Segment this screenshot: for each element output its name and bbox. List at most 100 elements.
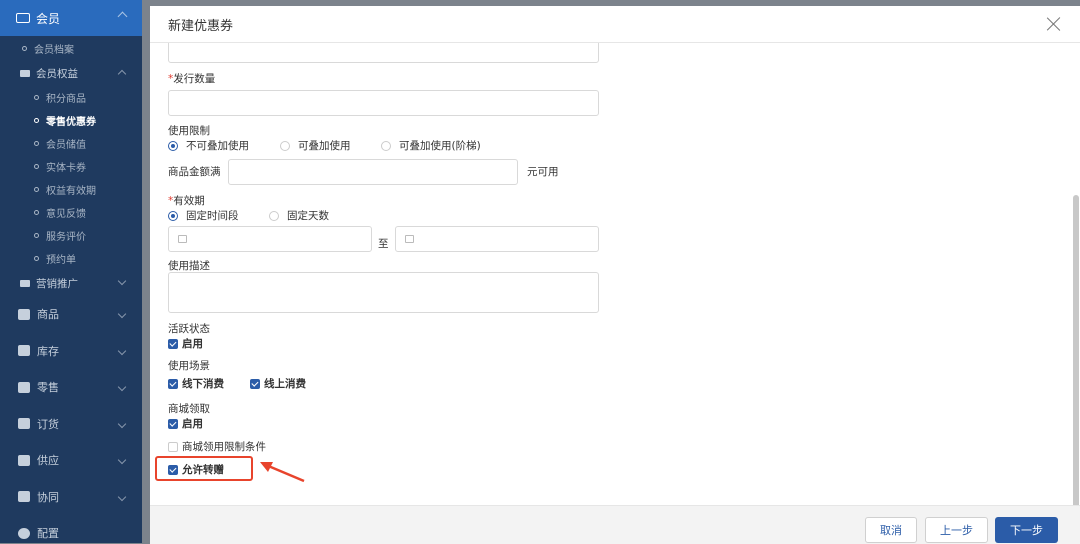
nav-collaboration[interactable]: 协同: [0, 479, 142, 516]
radio-icon: [280, 140, 290, 151]
issue-qty-label: *发行数量: [168, 71, 215, 86]
folder-icon: [20, 279, 30, 287]
active-enable-checkbox[interactable]: 启用: [168, 336, 203, 351]
grid-icon: [18, 308, 30, 320]
folder-icon: [20, 69, 30, 77]
chevron-down-icon: [117, 346, 127, 355]
nav-goods[interactable]: 商品: [0, 296, 142, 333]
radio-stack[interactable]: 可叠加使用: [280, 138, 351, 153]
radio-no-stack[interactable]: 不可叠加使用: [168, 138, 249, 153]
chevron-down-icon: [117, 419, 127, 428]
radio-selected-icon: [168, 210, 178, 221]
end-date-input[interactable]: [395, 226, 599, 252]
checkbox-label: 启用: [182, 338, 203, 350]
nav-label: 商品: [37, 308, 59, 322]
usage-scene-label: 使用场景: [168, 360, 210, 372]
dot-icon: [22, 45, 27, 51]
sidebar-item-label: 服务评价: [46, 232, 86, 243]
previous-field-input[interactable]: [168, 43, 599, 63]
nav-label: 库存: [37, 344, 59, 358]
mall-claim-label: 商城领取: [168, 403, 210, 415]
scrollbar[interactable]: [1073, 195, 1079, 505]
radio-stack-tiered[interactable]: 可叠加使用(阶梯): [381, 138, 481, 153]
cancel-button[interactable]: 取消: [865, 517, 917, 543]
calendar-icon: [405, 235, 414, 243]
nav-label: 协同: [37, 490, 59, 504]
dot-icon: [34, 210, 39, 215]
sidebar-item-label: 零售优惠券: [46, 117, 96, 128]
sidebar-item-points-goods[interactable]: 积分商品: [0, 86, 142, 109]
amount-suffix: 元可用: [527, 166, 559, 178]
sidebar-item-physical-card[interactable]: 实体卡券: [0, 155, 142, 178]
sidebar-item-feedback[interactable]: 意见反馈: [0, 201, 142, 224]
sidebar-item-member-profile[interactable]: 会员档案: [0, 36, 142, 60]
sidebar-header-member[interactable]: 会员: [0, 0, 142, 36]
active-status-label: 活跃状态: [168, 323, 210, 335]
nav-order[interactable]: 订货: [0, 406, 142, 443]
radio-label: 固定时间段: [186, 210, 239, 222]
checkbox-checked-icon: [168, 378, 178, 389]
checkbox-checked-icon: [168, 338, 178, 349]
checkbox-checked-icon: [168, 418, 178, 429]
usage-limit-label: 使用限制: [168, 125, 210, 137]
amount-threshold-input[interactable]: [228, 159, 518, 185]
sidebar-header-label: 会员: [36, 11, 61, 26]
highlight-box: [155, 456, 253, 481]
sidebar-item-label: 权益有效期: [46, 186, 96, 197]
sidebar-item-label: 积分商品: [46, 94, 86, 105]
nav-label: 订货: [37, 417, 59, 431]
gear-icon: [18, 527, 30, 539]
calendar-icon: [178, 235, 187, 243]
nav-inventory[interactable]: 库存: [0, 333, 142, 370]
checkbox-label: 启用: [182, 418, 203, 430]
sidebar-group-member-rights[interactable]: 会员权益: [0, 60, 142, 86]
start-date-input[interactable]: [168, 226, 372, 252]
mall-claim-enable-checkbox[interactable]: 启用: [168, 416, 203, 431]
sidebar-item-label: 预约单: [46, 255, 76, 266]
checkbox-label: 商城领用限制条件: [182, 441, 266, 453]
description-textarea[interactable]: [168, 272, 599, 313]
checkbox-label: 线下消费: [182, 378, 224, 390]
radio-label: 不可叠加使用: [186, 140, 249, 152]
dot-icon: [34, 164, 39, 169]
annotation-arrow-icon: [260, 462, 305, 483]
sidebar-item-label: 会员储值: [46, 140, 86, 151]
nav-config[interactable]: 配置: [0, 515, 142, 543]
chevron-up-icon: [117, 11, 128, 22]
sidebar-item-label: 会员档案: [34, 44, 74, 56]
issue-qty-input[interactable]: [168, 90, 599, 116]
dot-icon: [34, 256, 39, 261]
radio-icon: [269, 210, 279, 221]
modal-body: *发行数量 使用限制 不可叠加使用 可叠加使用 可叠加使用(阶梯) 商品金额满 …: [150, 43, 1080, 505]
nav-supply[interactable]: 供应: [0, 442, 142, 479]
validity-label: *有效期: [168, 193, 205, 208]
close-icon[interactable]: [1046, 16, 1062, 32]
radio-label: 可叠加使用(阶梯): [399, 140, 481, 152]
radio-icon: [381, 140, 391, 151]
sidebar-item-stored-value[interactable]: 会员储值: [0, 132, 142, 155]
sidebar-group-label: 营销推广: [36, 277, 78, 290]
sidebar-item-rights-validity[interactable]: 权益有效期: [0, 178, 142, 201]
mail-icon: [18, 381, 30, 393]
sidebar-item-service-review[interactable]: 服务评价: [0, 224, 142, 247]
dot-icon: [34, 95, 39, 100]
sidebar-item-appointment[interactable]: 预约单: [0, 247, 142, 270]
offline-consumption-checkbox[interactable]: 线下消费: [168, 376, 224, 391]
chevron-down-icon: [117, 492, 127, 501]
nav-label: 配置: [37, 527, 59, 541]
mall-claim-limit-checkbox[interactable]: 商城领用限制条件: [168, 439, 266, 454]
dot-icon: [34, 187, 39, 192]
sidebar-item-label: 意见反馈: [46, 209, 86, 220]
radio-fixed-period[interactable]: 固定时间段: [168, 208, 239, 223]
chevron-down-icon: [117, 382, 127, 392]
issue-qty-text: 发行数量: [173, 73, 216, 85]
online-consumption-checkbox[interactable]: 线上消费: [250, 376, 306, 391]
modal-header: 新建优惠券: [150, 6, 1080, 43]
nav-retail[interactable]: 零售: [0, 369, 142, 406]
sidebar-item-retail-coupon[interactable]: 零售优惠券: [0, 109, 142, 132]
prev-step-button[interactable]: 上一步: [925, 517, 988, 543]
sidebar-group-marketing[interactable]: 营销推广: [0, 270, 142, 296]
next-step-button[interactable]: 下一步: [995, 517, 1058, 543]
radio-label: 固定天数: [287, 210, 329, 222]
radio-fixed-days[interactable]: 固定天数: [269, 208, 329, 223]
